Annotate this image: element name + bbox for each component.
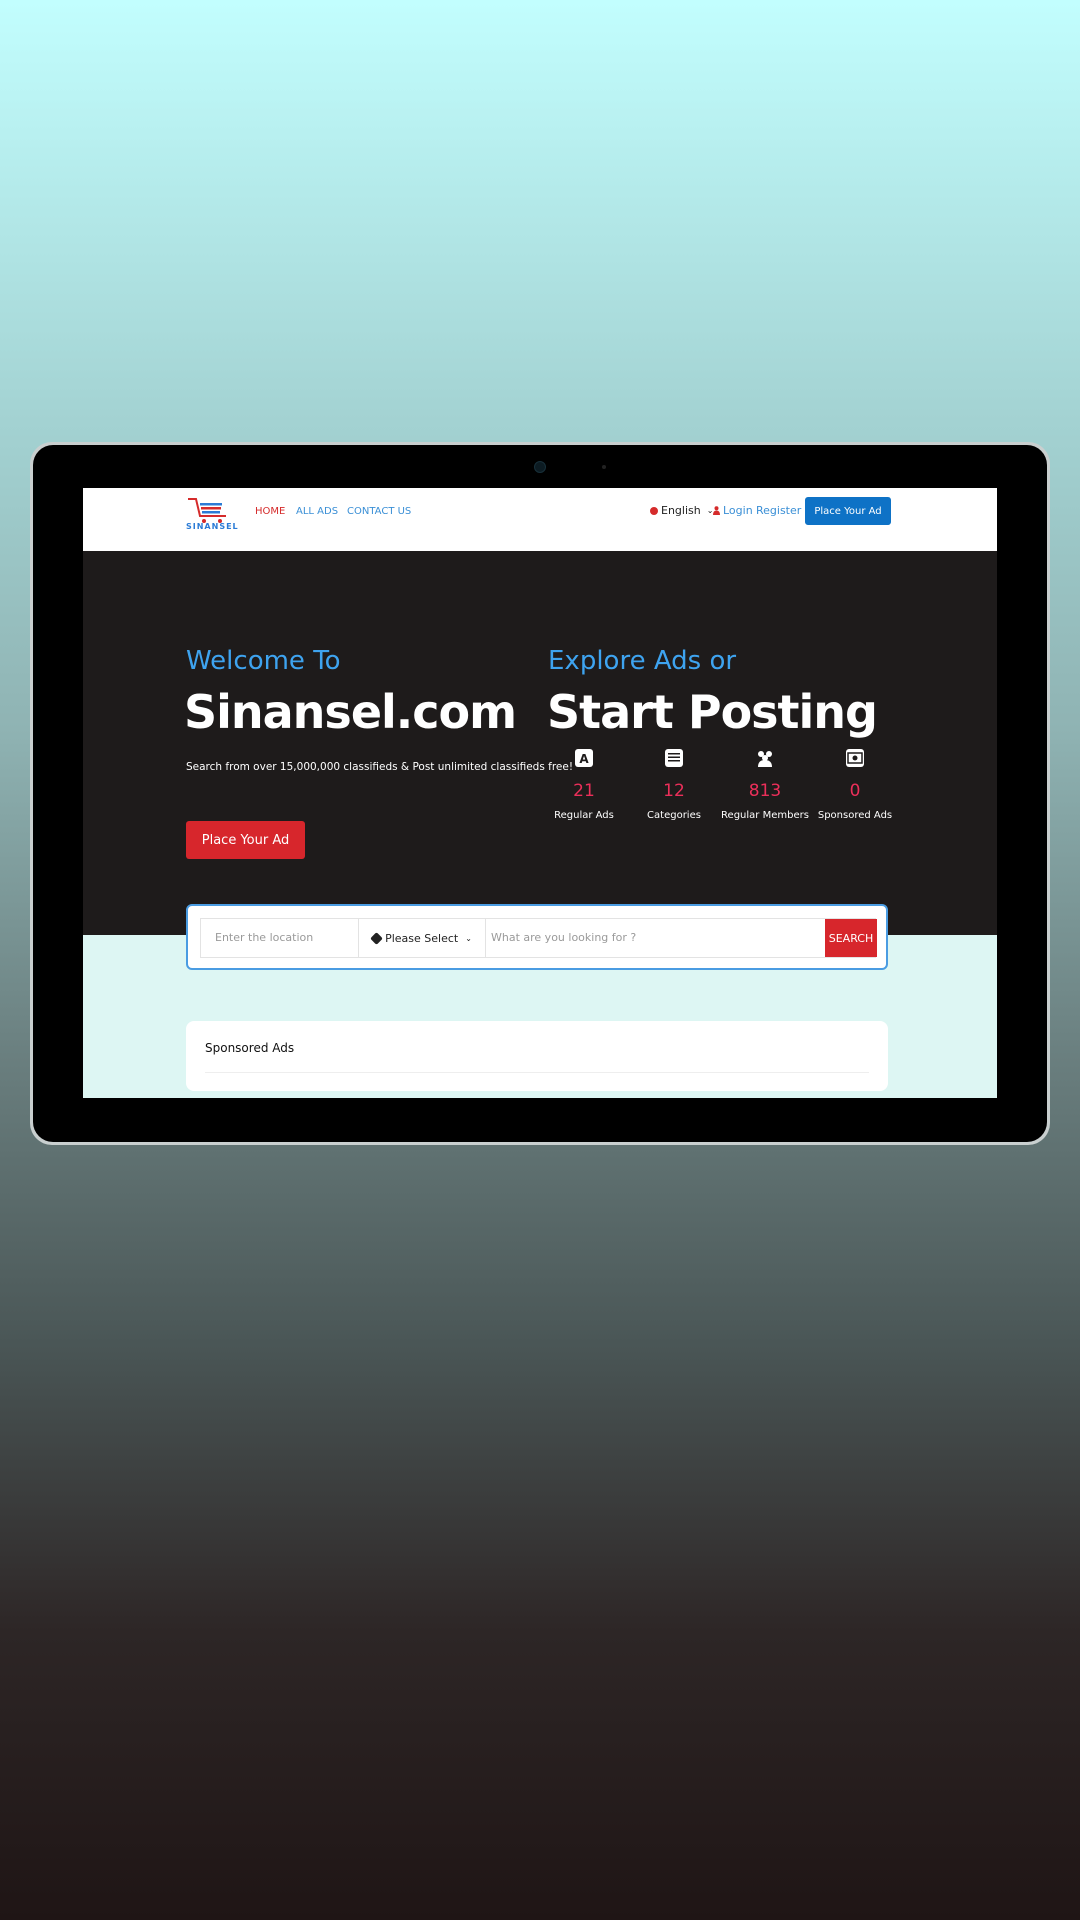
language-select[interactable]: English ⌄ [650,504,713,517]
stat-value: 21 [573,781,595,801]
search-inner: Enter the location Please Select ⌄ What … [200,918,877,958]
chevron-down-icon: ⌄ [465,933,472,943]
nav-contact-us[interactable]: CONTACT US [347,506,411,517]
start-posting-heading: Start Posting [547,685,878,739]
sponsored-ads-title: Sponsored Ads [205,1041,295,1055]
user-icon [713,506,720,515]
place-ad-button-hero[interactable]: Place Your Ad [186,821,305,859]
users-icon [756,749,774,767]
explore-heading: Explore Ads or [548,646,737,676]
money-icon [846,749,864,767]
tag-icon [370,931,383,945]
stat-label: Sponsored Ads [817,810,893,821]
svg-text:A: A [579,752,589,766]
brand-heading: Sinansel.com [184,685,517,739]
stat-label: Categories [647,810,701,821]
nav-home[interactable]: HOME [255,506,285,517]
site-header: SINANSEL HOME ALL ADS CONTACT US English… [83,488,997,551]
stat-regular-members: 813 Regular Members [720,749,810,821]
register-link[interactable]: Register [756,504,801,517]
login-link[interactable]: Login [713,504,753,517]
search-bar: Enter the location Please Select ⌄ What … [186,904,888,970]
hero-section: Welcome To Sinansel.com Search from over… [83,551,997,935]
device-screen: SINANSEL HOME ALL ADS CONTACT US English… [83,488,997,1098]
category-select[interactable]: Please Select ⌄ [359,919,486,957]
list-icon [665,749,683,767]
stat-value: 0 [849,781,861,801]
stat-regular-ads: A 21 Regular Ads [539,749,629,821]
hero-tagline: Search from over 15,000,000 classifieds … [186,761,574,773]
stat-sponsored-ads: 0 Sponsored Ads [810,749,900,821]
login-label: Login [723,504,753,517]
camera-icon [534,461,546,473]
place-ad-button-header[interactable]: Place Your Ad [805,497,891,525]
location-input[interactable]: Enter the location [201,919,359,957]
sensor-dot [602,465,606,469]
stat-value: 12 [663,781,685,801]
logo-text: SINANSEL [186,522,239,531]
stat-categories: 12 Categories [629,749,719,821]
search-button[interactable]: SEARCH [825,919,877,957]
welcome-heading: Welcome To [186,646,341,676]
globe-icon [650,506,658,515]
category-label: Please Select [385,931,459,945]
stat-label: Regular Ads [554,810,614,821]
ad-icon: A [575,749,593,767]
sponsored-ads-panel: Sponsored Ads [186,1021,888,1091]
stat-value: 813 [748,781,782,801]
nav-all-ads[interactable]: ALL ADS [296,506,338,517]
divider [205,1072,869,1073]
language-label: English [661,504,701,517]
search-input[interactable]: What are you looking for ? [485,919,825,957]
stat-label: Regular Members [721,810,809,821]
